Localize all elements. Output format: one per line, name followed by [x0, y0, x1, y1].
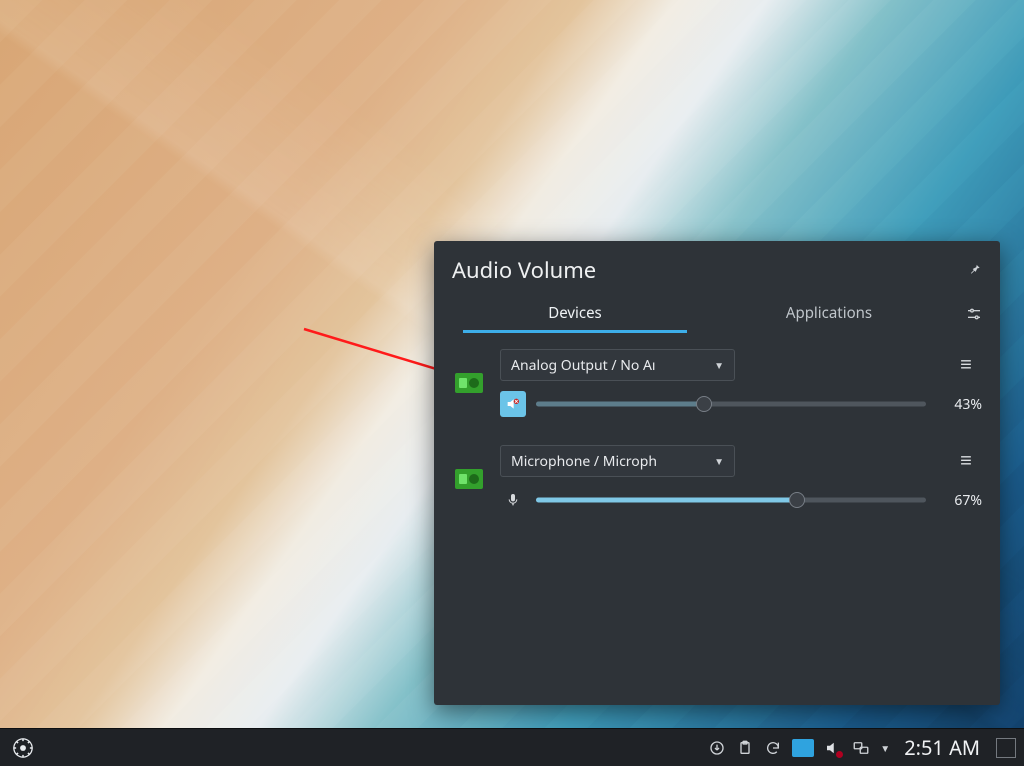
sliders-icon	[966, 306, 982, 322]
input-volume-slider[interactable]	[536, 493, 926, 507]
updates-tray-icon[interactable]	[708, 739, 726, 757]
tray-expand-arrow[interactable]: ▼	[880, 741, 890, 755]
kde-logo-icon	[12, 737, 34, 759]
application-launcher[interactable]	[8, 733, 38, 763]
input-volume-value: 67%	[936, 491, 982, 510]
configure-button[interactable]	[962, 302, 986, 326]
microphone-icon	[505, 492, 521, 508]
taskbar: ▼ 2:51 AM	[0, 728, 1024, 766]
audio-volume-popup: Audio Volume Devices Applications Analog…	[434, 241, 1000, 705]
output-volume-value: 43%	[936, 395, 982, 414]
input-mute-button[interactable]	[500, 487, 526, 513]
input-port-select[interactable]: Microphone / Microph ▼	[500, 445, 735, 477]
output-port-select[interactable]: Analog Output / No Aı ▼	[500, 349, 735, 381]
output-device: Analog Output / No Aı ▼ ≡ 43%	[452, 349, 982, 417]
speaker-muted-icon	[505, 396, 521, 412]
audio-tray-icon[interactable]	[824, 739, 842, 757]
chevron-down-icon: ▼	[714, 454, 724, 468]
tab-devices[interactable]: Devices	[448, 295, 702, 333]
tab-applications[interactable]: Applications	[702, 295, 956, 333]
pin-button[interactable]	[968, 262, 982, 279]
output-volume-slider[interactable]	[536, 397, 926, 411]
input-port-label: Microphone / Microph	[511, 452, 657, 471]
input-device-menu[interactable]: ≡	[954, 449, 978, 473]
soundcard-icon	[452, 349, 486, 417]
input-device: Microphone / Microph ▼ ≡ 67%	[452, 445, 982, 513]
taskbar-clock[interactable]: 2:51 AM	[904, 734, 980, 761]
output-port-label: Analog Output / No Aı	[511, 356, 656, 375]
soundcard-icon	[452, 445, 486, 513]
clipboard-tray-icon[interactable]	[736, 739, 754, 757]
chevron-down-icon: ▼	[714, 358, 724, 372]
show-desktop-button[interactable]	[996, 738, 1016, 758]
output-device-menu[interactable]: ≡	[954, 353, 978, 377]
popup-title: Audio Volume	[452, 255, 596, 285]
messages-tray-icon[interactable]	[792, 739, 814, 757]
system-tray: ▼	[708, 739, 890, 757]
sync-tray-icon[interactable]	[764, 739, 782, 757]
tab-bar: Devices Applications	[448, 295, 956, 333]
output-mute-button[interactable]	[500, 391, 526, 417]
muted-indicator-icon	[835, 750, 844, 759]
network-tray-icon[interactable]	[852, 739, 870, 757]
